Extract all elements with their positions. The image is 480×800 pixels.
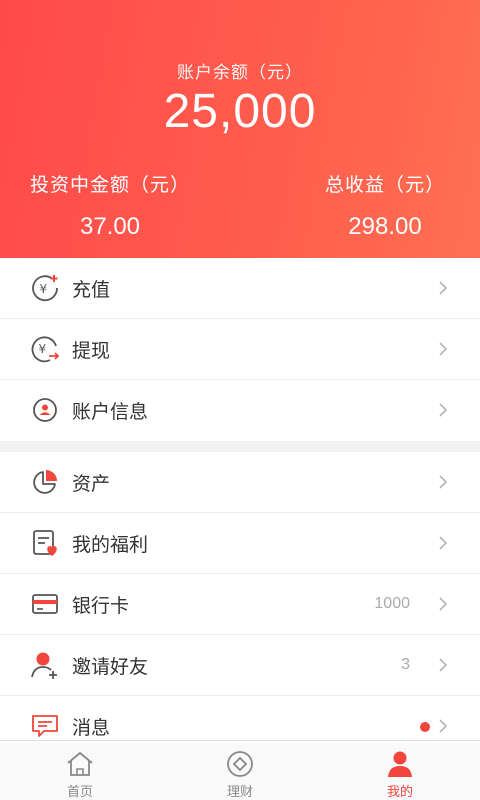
home-icon (67, 752, 93, 776)
recharge-icon: ¥ (32, 275, 58, 302)
chevron-right-icon (439, 342, 448, 356)
recharge-row[interactable]: ¥ 充值 (0, 258, 480, 319)
chevron-right-icon (439, 475, 448, 489)
chevron-right-icon (439, 281, 448, 295)
welfare-row[interactable]: 我的福利 (0, 513, 480, 574)
welfare-label: 我的福利 (72, 533, 149, 556)
recharge-label: 充值 (72, 278, 111, 301)
message-label: 消息 (72, 717, 111, 739)
finance-icon (227, 751, 253, 777)
svg-text:¥: ¥ (40, 282, 48, 296)
profile-icon (388, 751, 412, 777)
invite-friend-label: 邀请好友 (72, 655, 149, 678)
tab-profile-label: 我的 (386, 785, 413, 800)
income-value: 298.00 (348, 213, 422, 240)
invite-friend-value: 3 (401, 656, 410, 673)
welfare-icon (33, 530, 57, 556)
invest-label: 投资中金额（元） (30, 174, 191, 196)
account-info-label: 账户信息 (72, 401, 149, 423)
income-label: 总收益（元） (324, 174, 445, 196)
svg-text:¥: ¥ (39, 342, 47, 356)
balance-label: 账户余额（元） (177, 63, 303, 83)
withdraw-row[interactable]: ¥ 提现 (0, 319, 480, 380)
account-info-icon (33, 398, 57, 422)
withdraw-label: 提现 (72, 339, 111, 362)
bank-card-icon (32, 594, 58, 614)
chevron-right-icon (439, 403, 448, 417)
account-info-row[interactable]: 账户信息 (0, 380, 480, 441)
account-header: 账户余额（元） 25,000 投资中金额（元） 总收益（元） 37.00 298… (0, 0, 480, 258)
tab-finance-label: 理财 (226, 785, 253, 800)
balance-value: 25,000 (163, 85, 317, 138)
message-icon (32, 715, 58, 737)
bottom-tab-bar: 首页 理财 我的 (0, 740, 480, 800)
tab-finance[interactable]: 理财 (160, 741, 320, 800)
tab-profile[interactable]: 我的 (320, 741, 480, 800)
bank-card-label: 银行卡 (72, 594, 130, 617)
chevron-right-icon (439, 536, 448, 550)
invite-friend-icon (31, 652, 57, 679)
withdraw-icon: ¥ (31, 336, 60, 363)
pie-chart-icon (33, 470, 57, 494)
chevron-right-icon (439, 658, 448, 672)
invite-friend-row[interactable]: 邀请好友 3 (0, 635, 480, 696)
assets-group: 资产 我的福利 银行卡 1000 邀请好友 3 消息 (0, 452, 480, 757)
tab-home[interactable]: 首页 (0, 741, 160, 800)
account-actions-group: ¥ 充值 ¥ 提现 账户信息 (0, 258, 480, 441)
invest-value: 37.00 (79, 213, 141, 240)
chevron-right-icon (439, 597, 448, 611)
unread-dot (420, 721, 430, 732)
assets-row[interactable]: 资产 (0, 452, 480, 513)
chevron-right-icon (439, 719, 448, 733)
bank-card-row[interactable]: 银行卡 1000 (0, 574, 480, 635)
bank-card-value: 1000 (374, 595, 410, 612)
tab-home-label: 首页 (66, 785, 93, 800)
assets-label: 资产 (72, 472, 111, 495)
